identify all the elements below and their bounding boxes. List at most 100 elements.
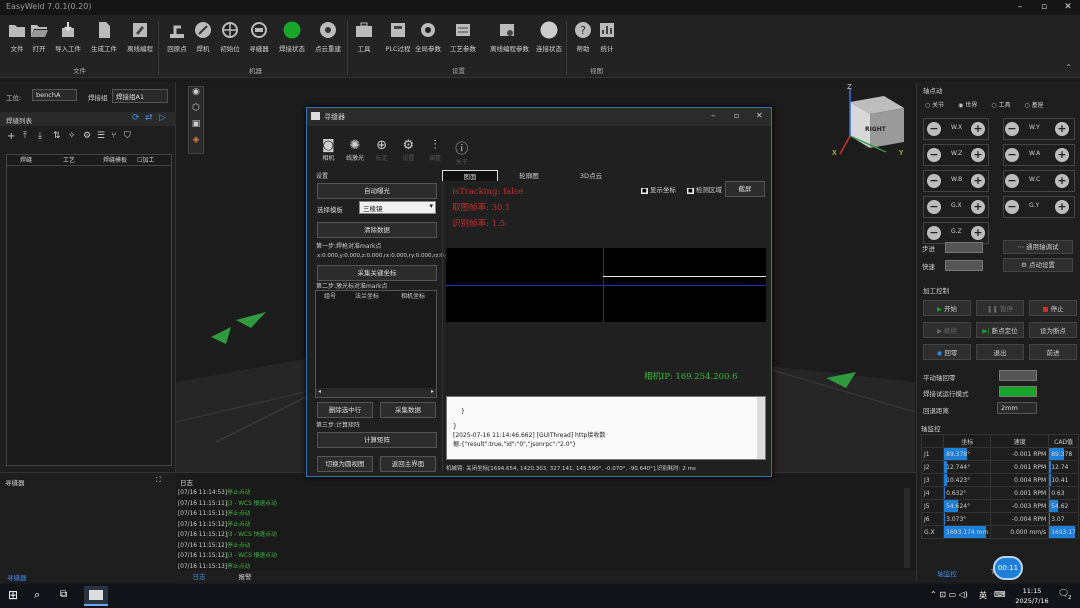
ribbon-tool-button[interactable]: 工具 <box>347 21 381 53</box>
pause-button[interactable]: ❚❚ 暂停 <box>976 300 1024 316</box>
adjust-tool[interactable]: ⫶ 调整 <box>422 138 449 168</box>
log-box-scrollbar[interactable] <box>757 397 765 459</box>
jog-settings-button[interactable]: ⚙ 点动设置 <box>1003 258 1073 272</box>
step-toggle[interactable] <box>945 242 983 253</box>
back-zero-button[interactable]: ◉ 回零 <box>923 344 971 360</box>
station-select[interactable]: benchA <box>32 89 77 101</box>
minimize-button[interactable]: – <box>1008 0 1032 15</box>
tab-axis-monitor[interactable]: 轴监控 <box>917 568 977 582</box>
calibrate-tool[interactable]: ⊕ 标定 <box>368 138 395 168</box>
camera-tool[interactable]: ◙ 相机 <box>315 138 342 168</box>
coord-joint-radio[interactable]: ○ 关节 <box>925 100 944 109</box>
gear-small-icon[interactable]: ⚙ <box>83 131 91 141</box>
app-taskbar-item[interactable] <box>84 586 108 606</box>
jog-minus-button[interactable]: − <box>1005 148 1019 162</box>
timer-badge[interactable]: 00:11 <box>993 556 1023 580</box>
play-icon[interactable]: ▷ <box>159 113 166 123</box>
coord-tool-radio[interactable]: ○ 工具 <box>991 100 1010 109</box>
collect-data-button[interactable]: 采集数据 <box>380 402 436 418</box>
laser-tool[interactable]: ✺ 线激光 <box>342 138 369 168</box>
jog-minus-button[interactable]: − <box>927 174 941 188</box>
paint-icon[interactable]: ◈ <box>189 135 203 151</box>
clear-data-button[interactable]: 清除数据 <box>317 222 437 238</box>
input-language[interactable]: 英 <box>979 590 987 601</box>
ribbon-process-params-button[interactable]: 工艺参数 <box>446 21 480 53</box>
ribbon-offline-params-button[interactable]: 离线编程参数 <box>490 21 529 53</box>
jog-minus-button[interactable]: − <box>1005 122 1019 136</box>
refresh-icon[interactable]: ⟳ <box>132 113 140 123</box>
tab-pointcloud[interactable]: 3D点云 <box>560 170 622 181</box>
jog-plus-button[interactable]: + <box>1055 174 1069 188</box>
nav-bottom-tab[interactable]: 寻缝器 <box>7 572 27 582</box>
delete-row-button[interactable]: 删除选中行 <box>317 402 373 418</box>
jog-plus-button[interactable]: + <box>971 226 985 240</box>
col-process-check[interactable]: ☐加工 <box>137 155 171 165</box>
add-icon[interactable]: + <box>7 131 15 142</box>
ribbon-plc-button[interactable]: PLC过程 <box>381 21 415 53</box>
cube-view-icon[interactable]: ⬡ <box>189 103 203 119</box>
jog-minus-button[interactable]: − <box>927 226 941 240</box>
general-axis-button[interactable]: ⋯ 通用轴调试 <box>1003 240 1073 254</box>
tab-alarm[interactable]: 报警 <box>222 571 268 583</box>
calc-matrix-button[interactable]: 计算矩阵 <box>317 432 437 448</box>
jog-plus-button[interactable]: + <box>1055 122 1069 136</box>
screenshot-button[interactable]: 截屏 <box>725 181 765 197</box>
ribbon-connection-button[interactable]: 连接状态 <box>532 21 566 53</box>
jog-plus-button[interactable]: + <box>971 200 985 214</box>
template-select[interactable]: 三棱镜 ▾ <box>359 201 436 214</box>
jog-minus-button[interactable]: − <box>1005 200 1019 214</box>
coord-world-radio[interactable]: ◉ 世界 <box>958 100 977 109</box>
ribbon-gen-part-button[interactable]: 生成工件 <box>87 21 121 53</box>
switch-view-button[interactable]: 切换为圆视图 <box>317 456 373 472</box>
sync-icon[interactable]: ⇄ <box>145 113 153 123</box>
step2-hscrollbar[interactable]: ◂ ▸ <box>316 388 436 397</box>
coord-base-radio[interactable]: ○ 基座 <box>1025 100 1044 109</box>
search-icon[interactable]: ⌕ <box>34 588 40 602</box>
tab-profile[interactable]: 轮廓图 <box>498 170 560 181</box>
filter-icon[interactable]: ⛉ <box>124 131 131 141</box>
ime-icon[interactable]: ⌨ <box>994 590 1006 599</box>
track-toggle[interactable] <box>999 370 1037 381</box>
dialog-minimize-button[interactable]: – <box>711 111 716 121</box>
retreat-button[interactable]: 退出 <box>976 344 1024 360</box>
jog-minus-button[interactable]: − <box>927 122 941 136</box>
jog-plus-button[interactable]: + <box>971 122 985 136</box>
forward-button[interactable]: 前进 <box>1029 344 1077 360</box>
tab-image[interactable]: 图面 <box>442 170 498 181</box>
task-view-icon[interactable]: ⧉ <box>60 589 67 600</box>
auto-expose-button[interactable]: 自动曝光 <box>317 183 437 199</box>
expand-icon[interactable]: ⛶ <box>156 476 161 485</box>
ribbon-offline-button[interactable]: 离线编程 <box>123 21 157 53</box>
maximize-button[interactable]: ▫ <box>1032 0 1056 15</box>
eye-icon[interactable]: ◉ <box>189 87 203 103</box>
back-main-button[interactable]: 返回主界面 <box>380 456 436 472</box>
jog-minus-button[interactable]: − <box>1005 174 1019 188</box>
start-button[interactable]: ▶ 开始 <box>923 300 971 316</box>
weld-test-toggle[interactable] <box>999 386 1037 397</box>
ribbon-pointcloud-button[interactable]: 点云重建 <box>311 21 345 53</box>
show-coords-checkbox[interactable]: ■ 显示坐标 <box>641 184 676 194</box>
dialog-close-button[interactable]: ✕ <box>756 111 763 120</box>
log-scrollbar[interactable] <box>904 488 910 568</box>
jog-plus-button[interactable]: + <box>971 148 985 162</box>
down-icon[interactable]: ⤓ <box>38 131 42 141</box>
set-breakpoint-button[interactable]: 设为断点 <box>1029 322 1077 338</box>
wand-icon[interactable]: ✧ <box>68 131 76 141</box>
jog-plus-button[interactable]: + <box>971 174 985 188</box>
collect-key-coords-button[interactable]: 采集关键坐标 <box>317 265 437 281</box>
settings-tool[interactable]: ⚙ 设置 <box>395 138 422 168</box>
dialog-maximize-button[interactable]: ▫ <box>734 111 739 120</box>
windows-start-icon[interactable]: ⊞ <box>8 588 18 602</box>
ribbon-stats-button[interactable]: 统计 <box>590 21 624 53</box>
list-icon[interactable]: ☰ <box>97 131 105 141</box>
tray-icons[interactable]: ⌃ ⊡ ▭ ◁) <box>930 590 968 599</box>
ribbon-global-params-button[interactable]: 全局参数 <box>411 21 445 53</box>
detect-region-checkbox[interactable]: ■ 检测区域 <box>687 184 722 194</box>
group-select[interactable]: 焊接组A1 <box>112 89 168 103</box>
ribbon-weld-status-button[interactable]: 焊接状态 <box>275 21 309 53</box>
jog-plus-button[interactable]: + <box>1055 148 1069 162</box>
stop-button[interactable]: ■ 停止 <box>1029 300 1077 316</box>
ribbon-seam-finder-button[interactable]: 寻缝器 <box>242 21 276 53</box>
continue-button[interactable]: ▶ 继续 <box>923 322 971 338</box>
breakpoint-pos-button[interactable]: ▶| 断点定位 <box>976 322 1024 338</box>
